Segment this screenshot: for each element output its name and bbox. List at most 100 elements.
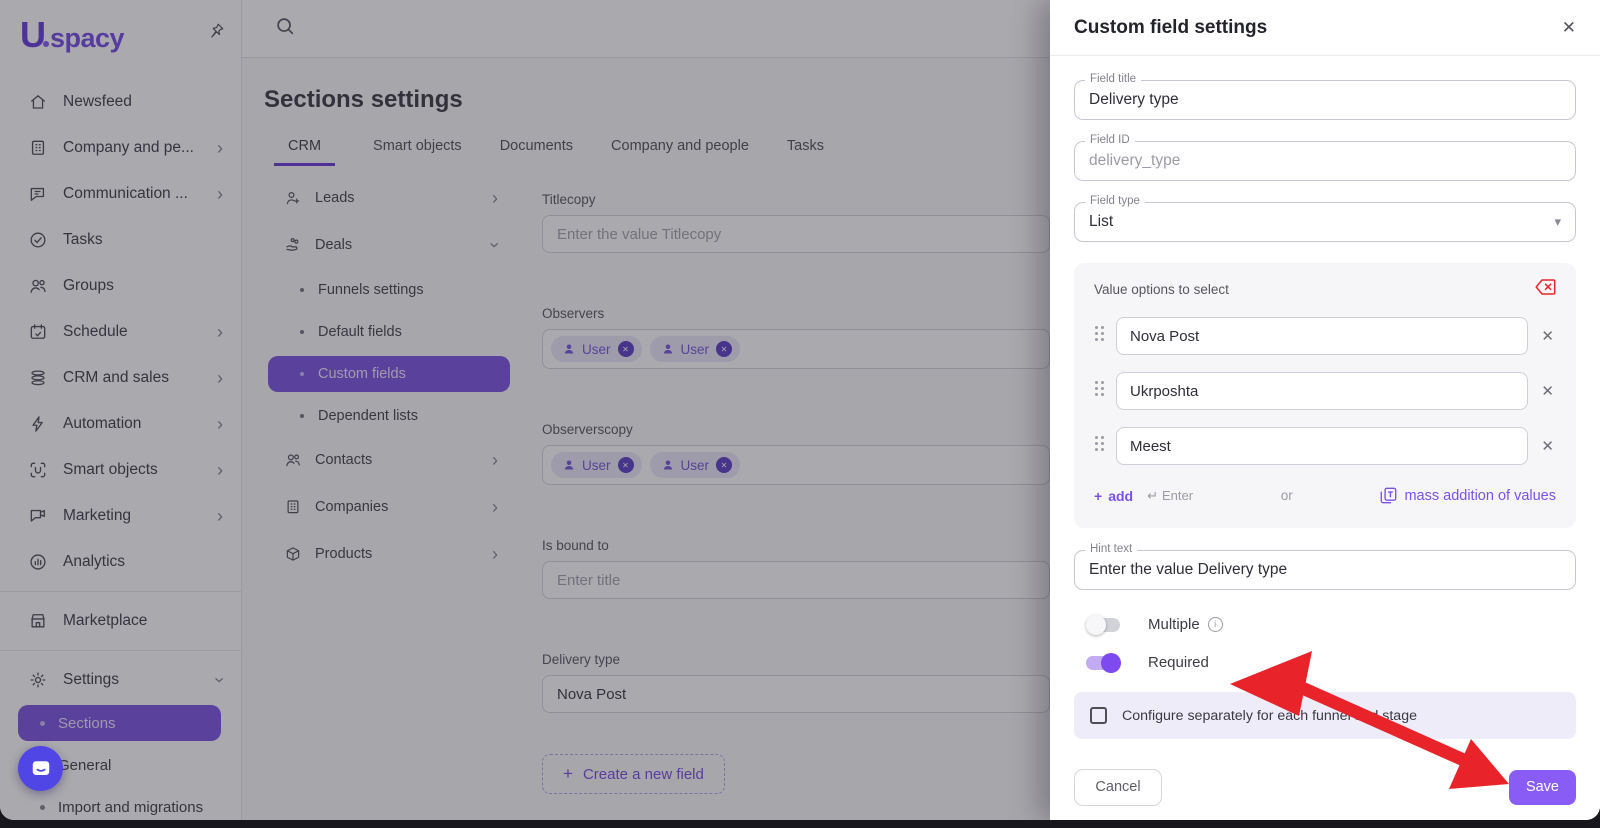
- sidebar-item-settings[interactable]: Settings ›: [0, 657, 241, 703]
- remove-chip-icon[interactable]: ✕: [617, 341, 634, 357]
- subnav-item-custom-fields[interactable]: Custom fields: [268, 356, 510, 392]
- funnel-config-checkbox[interactable]: [1090, 707, 1107, 724]
- titlecopy-input[interactable]: Enter the value Titlecopy: [542, 215, 1050, 253]
- funnel-config-panel: Configure separately for each funnel and…: [1074, 692, 1576, 739]
- chat-launcher-button[interactable]: [18, 746, 63, 791]
- observers-input[interactable]: User ✕ User ✕: [542, 329, 1050, 369]
- user-chip[interactable]: User ✕: [649, 452, 741, 478]
- mass-addition-label: mass addition of values: [1404, 487, 1556, 504]
- user-chip[interactable]: User ✕: [551, 452, 642, 478]
- add-option-button[interactable]: + add: [1094, 488, 1133, 504]
- clear-all-options-icon[interactable]: [1535, 279, 1556, 300]
- sidebar-item-marketing[interactable]: Marketing ›: [0, 493, 241, 539]
- sidebar-item-smart-objects[interactable]: Smart objects ›: [0, 447, 241, 493]
- subnav-item-funnels-settings[interactable]: Funnels settings: [268, 272, 510, 308]
- chip-label: User: [680, 341, 710, 357]
- is-bound-to-input[interactable]: Enter title: [542, 561, 1050, 599]
- sidebar-item-company-and-people[interactable]: Company and pe... ›: [0, 125, 241, 171]
- field-type-select[interactable]: Field type List ▾: [1074, 195, 1576, 242]
- sidebar-item-sections[interactable]: Sections: [18, 705, 221, 741]
- field-label: Is bound to: [542, 538, 609, 553]
- remove-chip-icon[interactable]: ✕: [716, 457, 733, 473]
- observerscopy-input[interactable]: User ✕ User ✕: [542, 445, 1050, 485]
- tab-smart-objects[interactable]: Smart objects: [373, 138, 462, 166]
- option-row: Ukrposhta ✕: [1094, 372, 1556, 410]
- save-button[interactable]: Save: [1508, 769, 1576, 805]
- subnav-item-products[interactable]: Products ›: [268, 534, 510, 574]
- toggle-knob: [1101, 652, 1121, 673]
- user-chip[interactable]: User ✕: [551, 336, 642, 362]
- placeholder-text: Enter the value Titlecopy: [557, 225, 722, 243]
- pin-sidebar-icon[interactable]: [207, 22, 225, 45]
- main-content: Sections settings CRM Smart objects Docu…: [242, 0, 1050, 820]
- sidebar-item-groups[interactable]: Groups: [0, 263, 241, 309]
- create-new-field-button[interactable]: + Create a new field: [542, 754, 725, 794]
- person-icon: [564, 460, 574, 470]
- field-id-input[interactable]: Field ID delivery_type: [1074, 134, 1576, 181]
- sidebar-item-newsfeed[interactable]: Newsfeed: [0, 79, 241, 125]
- toggles-block: Multiple i Required: [1086, 614, 1576, 673]
- field-group-titlecopy: Titlecopy Enter the value Titlecopy: [542, 192, 1050, 253]
- subnav-item-default-fields[interactable]: Default fields: [268, 314, 510, 350]
- sidebar-item-crm-and-sales[interactable]: CRM and sales ›: [0, 355, 241, 401]
- option-input[interactable]: Meest: [1116, 427, 1529, 465]
- sidebar-item-import-and-migrations[interactable]: Import and migrations: [18, 789, 221, 820]
- close-icon[interactable]: ✕: [1562, 18, 1576, 38]
- sidebar-item-marketplace[interactable]: Marketplace: [0, 598, 241, 644]
- subnav-item-deals[interactable]: Deals ›: [268, 225, 510, 265]
- option-input[interactable]: Nova Post: [1116, 317, 1529, 355]
- tab-tasks[interactable]: Tasks: [787, 138, 824, 166]
- required-toggle[interactable]: [1086, 652, 1121, 673]
- info-icon[interactable]: i: [1207, 617, 1223, 632]
- sidebar-item-label: Schedule: [63, 323, 128, 340]
- hand-coins-icon: [284, 236, 302, 254]
- cancel-button[interactable]: Cancel: [1074, 768, 1162, 806]
- sidebar-item-communication[interactable]: Communication ... ›: [0, 171, 241, 217]
- floating-label: Field ID: [1085, 134, 1135, 146]
- remove-chip-icon[interactable]: ✕: [617, 457, 634, 473]
- add-label: add: [1108, 487, 1134, 504]
- delivery-type-input[interactable]: Nova Post: [542, 675, 1050, 713]
- multiple-toggle[interactable]: [1086, 614, 1120, 635]
- subnav-item-companies[interactable]: Companies ›: [268, 487, 510, 527]
- mass-addition-button[interactable]: mass addition of values: [1380, 487, 1556, 504]
- tab-crm[interactable]: CRM: [274, 138, 336, 166]
- sidebar-item-schedule[interactable]: Schedule ›: [0, 309, 241, 355]
- sidebar-item-tasks[interactable]: Tasks: [0, 217, 241, 263]
- chevron-right-icon: ›: [217, 138, 223, 158]
- subnav-item-contacts[interactable]: Contacts ›: [268, 440, 510, 480]
- drag-handle[interactable]: [1094, 380, 1105, 402]
- chevron-right-icon: ›: [492, 450, 498, 470]
- drag-handle[interactable]: [1094, 325, 1105, 347]
- remove-option-icon[interactable]: ✕: [1539, 327, 1556, 345]
- sidebar-item-label: Marketplace: [63, 612, 148, 629]
- drag-handle[interactable]: [1094, 435, 1105, 457]
- chevron-down-icon: ›: [210, 677, 230, 683]
- app-window: Uspacy Newsfeed Company and pe... › Comm…: [0, 0, 1600, 820]
- field-title-input[interactable]: Field title Delivery type: [1074, 73, 1576, 120]
- search-icon[interactable]: [274, 15, 296, 42]
- tab-documents[interactable]: Documents: [500, 138, 573, 166]
- multiple-label: Multiple: [1148, 616, 1200, 633]
- sidebar-subitem-label: Sections: [58, 714, 116, 732]
- subnav-label: Funnels settings: [318, 282, 424, 298]
- hint-text-input[interactable]: Hint text Enter the value Delivery type: [1074, 543, 1576, 590]
- tab-company-and-people[interactable]: Company and people: [611, 138, 749, 166]
- user-chip[interactable]: User ✕: [649, 336, 741, 362]
- chip-label: User: [680, 457, 710, 473]
- topbar: [242, 0, 1050, 58]
- sidebar-item-analytics[interactable]: Analytics: [0, 539, 241, 585]
- subnav-item-leads[interactable]: Leads ›: [268, 178, 510, 218]
- logo-u: U: [20, 14, 46, 55]
- remove-option-icon[interactable]: ✕: [1539, 382, 1556, 400]
- scan-u-icon: [28, 460, 48, 480]
- remove-chip-icon[interactable]: ✕: [716, 341, 733, 357]
- sidebar-item-automation[interactable]: Automation ›: [0, 401, 241, 447]
- remove-option-icon[interactable]: ✕: [1539, 437, 1556, 455]
- building-icon: [28, 138, 48, 158]
- sidebar-item-label: CRM and sales: [63, 369, 169, 386]
- option-input[interactable]: Ukrposhta: [1116, 372, 1529, 410]
- subnav-item-dependent-lists[interactable]: Dependent lists: [268, 398, 510, 434]
- subnav-label: Default fields: [318, 324, 402, 340]
- uspacy-logo[interactable]: Uspacy: [20, 14, 125, 65]
